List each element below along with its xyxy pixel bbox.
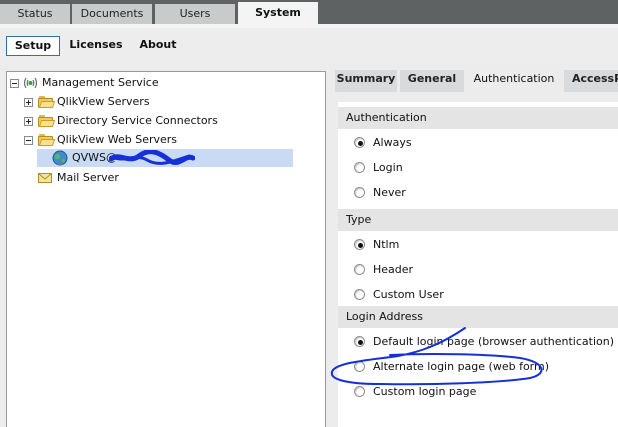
tab-system[interactable]: System xyxy=(238,2,318,24)
radio-button[interactable] xyxy=(354,239,365,250)
tree-label-directory-service-connectors: Directory Service Connectors xyxy=(57,114,218,127)
tree-node-qlikview-web-servers[interactable]: QlikView Web Servers xyxy=(7,131,307,149)
radio-label: Never xyxy=(373,186,406,199)
expand-icon[interactable] xyxy=(24,117,33,126)
subtab-setup[interactable]: Setup xyxy=(6,36,60,56)
tree-node-qvws[interactable]: QVWS@ xyxy=(37,149,293,167)
tree-label-root: Management Service xyxy=(42,76,159,89)
collapse-icon[interactable] xyxy=(10,79,19,88)
radio-button[interactable] xyxy=(354,361,365,372)
tree-node-mail-server[interactable]: Mail Server xyxy=(7,169,307,187)
radio-button[interactable] xyxy=(354,386,365,397)
subtab-about[interactable]: About xyxy=(134,36,182,56)
tab-authentication[interactable]: Authentication xyxy=(467,70,561,94)
radio-label: Login xyxy=(373,161,403,174)
tree-label-qlikview-servers: QlikView Servers xyxy=(57,95,150,108)
tab-status[interactable]: Status xyxy=(0,4,70,24)
section-type-header: Type xyxy=(338,209,618,231)
folder-icon xyxy=(38,96,56,108)
properties-panel: Summary General Authentication AccessP A… xyxy=(332,70,618,427)
sub-tab-bar: Setup Licenses About xyxy=(0,28,618,64)
service-icon xyxy=(23,77,38,89)
radio-button[interactable] xyxy=(354,162,365,173)
expand-icon[interactable] xyxy=(24,98,33,107)
tab-general[interactable]: General xyxy=(400,70,464,92)
radio-button[interactable] xyxy=(354,264,365,275)
subtab-licenses[interactable]: Licenses xyxy=(66,36,126,56)
radio-label: Header xyxy=(373,263,414,276)
radio-button[interactable] xyxy=(354,336,365,347)
tree-node-qlikview-servers[interactable]: QlikView Servers xyxy=(7,93,307,111)
radio-label: Custom login page xyxy=(373,385,477,398)
radio-label: Alternate login page (web form) xyxy=(373,360,550,373)
redaction-scribble xyxy=(109,150,195,165)
service-tree: Management Service QlikView Servers Dire… xyxy=(6,71,326,427)
tab-summary[interactable]: Summary xyxy=(335,70,397,92)
globe-icon xyxy=(52,150,68,166)
radio-button[interactable] xyxy=(354,289,365,300)
tree-label-qlikview-web-servers: QlikView Web Servers xyxy=(57,133,178,146)
mail-icon xyxy=(38,173,52,183)
radio-button[interactable] xyxy=(354,137,365,148)
radio-button[interactable] xyxy=(354,187,365,198)
folder-open-icon xyxy=(38,134,56,146)
top-tab-bar: Status Documents Users System xyxy=(0,0,618,24)
radio-label: Default login page (browser authenticati… xyxy=(373,335,615,348)
collapse-icon[interactable] xyxy=(24,136,33,145)
section-authentication-header: Authentication xyxy=(338,107,618,129)
folder-icon xyxy=(38,115,56,127)
tab-documents[interactable]: Documents xyxy=(72,4,152,24)
radio-label: Custom User xyxy=(373,288,444,301)
authentication-settings: Authentication Always Login Never Type N… xyxy=(338,102,618,427)
section-login-address-header: Login Address xyxy=(338,306,618,328)
tree-label-mail-server: Mail Server xyxy=(57,171,119,184)
tab-users[interactable]: Users xyxy=(155,4,235,24)
radio-label: Always xyxy=(373,136,412,149)
tree-node-management-service[interactable]: Management Service xyxy=(7,74,307,92)
tab-accesspoint[interactable]: AccessP xyxy=(564,70,618,92)
radio-label: Ntlm xyxy=(373,238,400,251)
tree-node-directory-service-connectors[interactable]: Directory Service Connectors xyxy=(7,112,307,130)
